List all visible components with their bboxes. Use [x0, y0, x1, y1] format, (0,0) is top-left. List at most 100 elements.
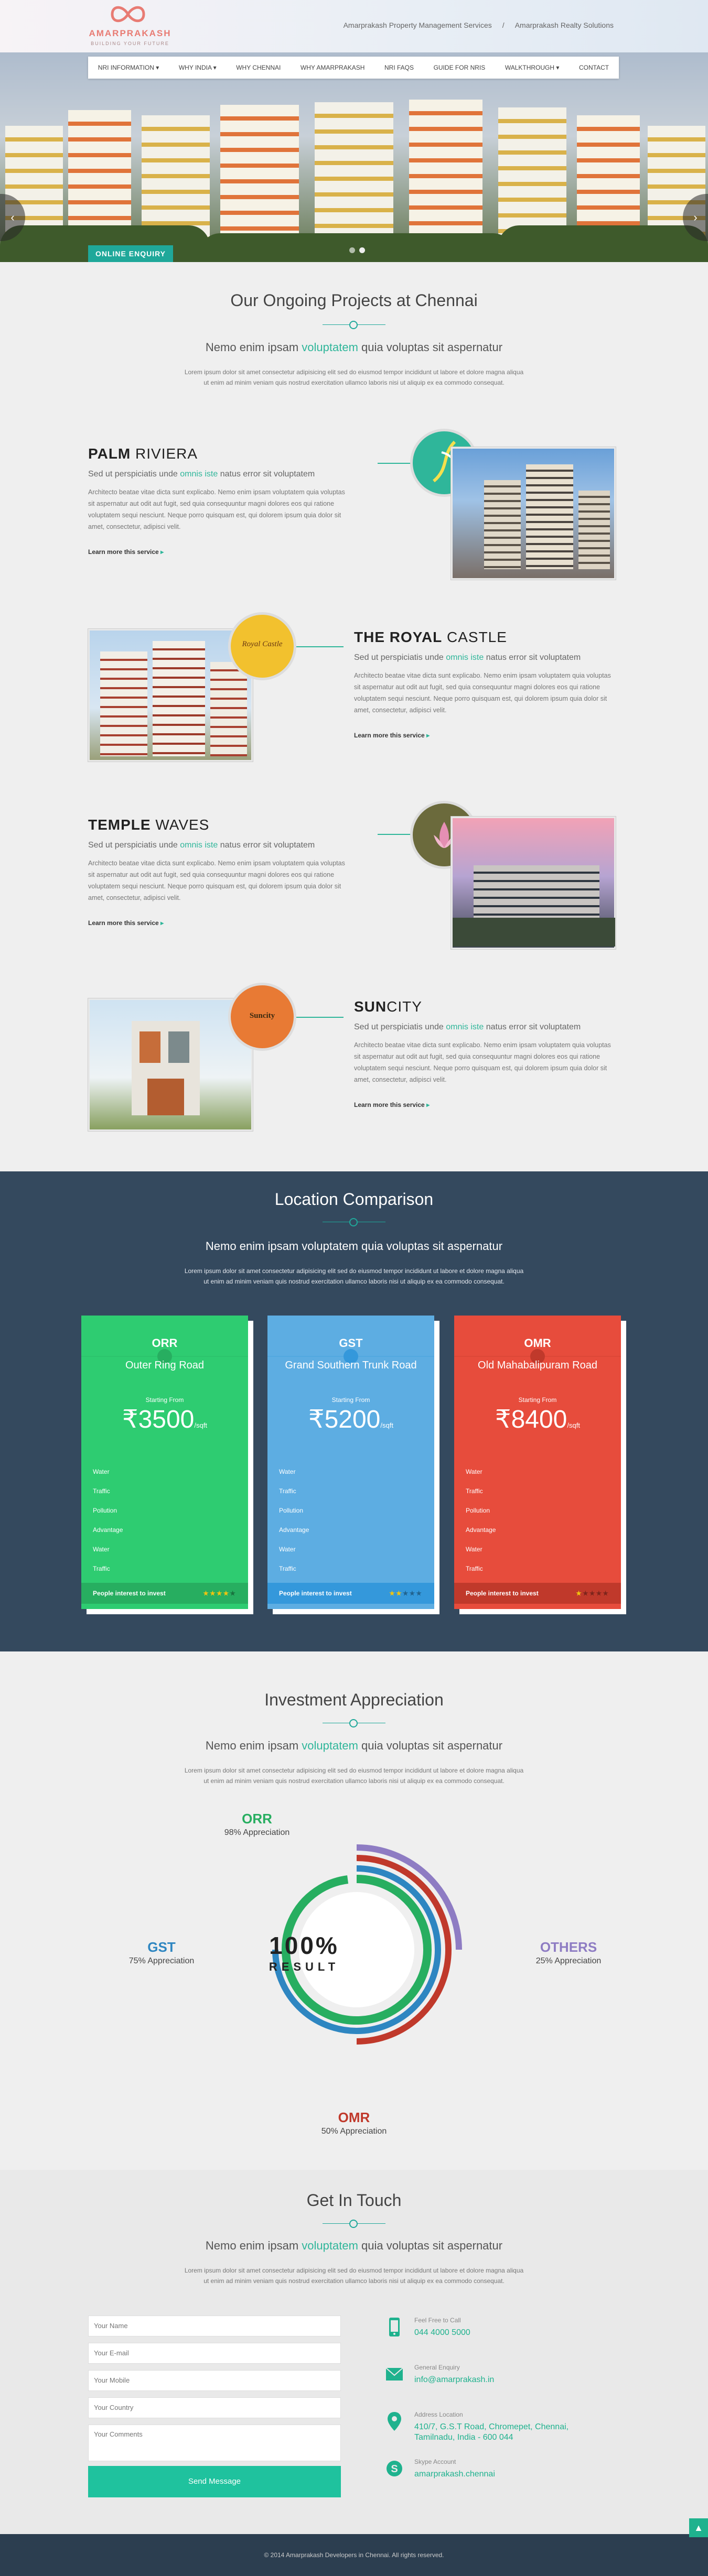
- online-enquiry-button[interactable]: ONLINE ENQUIRY: [88, 245, 173, 262]
- result-value: 100%: [269, 1932, 339, 1959]
- email-field[interactable]: [88, 2343, 341, 2364]
- project-title: THE ROYAL CASTLE: [354, 629, 616, 646]
- subtitle-highlight: voluptatem: [302, 2239, 358, 2252]
- projects-title: Our Ongoing Projects at Chennai: [230, 291, 478, 310]
- card-price: ₹5200/sqft: [267, 1405, 434, 1434]
- country-field[interactable]: [88, 2397, 341, 2418]
- result-label: RESULT: [269, 1960, 340, 1973]
- card-price: ₹8400/sqft: [454, 1405, 621, 1434]
- skype-icon: S: [387, 2461, 402, 2476]
- card-price-unit: /sqft: [567, 1421, 580, 1429]
- top-link-realty-solutions[interactable]: Amarprakash Realty Solutions: [510, 21, 619, 29]
- mobile-field[interactable]: [88, 2370, 341, 2391]
- location-card-orr[interactable]: ORR Outer Ring Road Starting From ₹3500/sqf…: [81, 1316, 253, 1614]
- subtitle-highlight: voluptatem: [302, 1739, 358, 1752]
- card-road-name: Old Mahabalipuram Road: [478, 1360, 597, 1371]
- gst-appreciation: 75% Appreciation: [128, 1957, 195, 1965]
- location-intro: Lorem ipsum dolor sit amet consectetur a…: [184, 1267, 524, 1285]
- arrow-right-icon: ▸: [426, 732, 430, 739]
- contact-address-line1: 410/7, G.S.T Road, Chromepet, Chennai,: [414, 2422, 569, 2431]
- learn-more-label: Learn more this service: [354, 732, 425, 739]
- card-feature: Advantage: [93, 1526, 123, 1534]
- main-nav: NRI INFORMATION ▾ WHY INDIA ▾ WHY CHENNA…: [88, 57, 619, 79]
- temple-waves-image[interactable]: [451, 817, 616, 949]
- project-subtitle-highlight: omnis iste: [180, 470, 218, 479]
- projects-intro: Lorem ipsum dolor sit amet consectetur a…: [184, 368, 524, 386]
- hero-dot[interactable]: [349, 247, 355, 253]
- project-title-light: CITY: [387, 998, 422, 1015]
- contact-phone-title: Feel Free to Call: [414, 2317, 461, 2324]
- svg-text:S: S: [391, 2463, 398, 2475]
- card-feature: Traffic: [279, 1565, 296, 1572]
- card-footer-label: People interest to invest: [93, 1590, 166, 1597]
- nav-item-guide-for-nris[interactable]: GUIDE FOR NRIS: [434, 64, 486, 71]
- nav-item-nri-information[interactable]: NRI INFORMATION ▾: [98, 64, 159, 71]
- learn-more-label: Learn more this service: [88, 548, 159, 556]
- learn-more-link[interactable]: Learn more this service ▸: [354, 732, 616, 739]
- site-footer: © 2014 Amarprakash Developers in Chennai…: [0, 2534, 708, 2576]
- location-card-gst[interactable]: GST Grand Southern Trunk Road Starting Fro…: [267, 1316, 439, 1614]
- back-to-top-button[interactable]: ▲: [689, 2518, 708, 2537]
- card-feature: Traffic: [93, 1487, 110, 1495]
- card-feature: Water: [279, 1468, 296, 1475]
- star-empty-icon: ★: [582, 1590, 589, 1597]
- contact-address-line2: Tamilnadu, India - 600 044: [414, 2433, 513, 2442]
- star-empty-icon: ★: [230, 1590, 237, 1597]
- comments-field[interactable]: [88, 2425, 341, 2461]
- subtitle-text: quia voluptas sit aspernatur: [358, 341, 503, 354]
- hero-pagination: [347, 246, 367, 256]
- nav-item-why-chennai[interactable]: WHY CHENNAI: [236, 64, 281, 71]
- location-card-omr[interactable]: OMR Old Mahabalipuram Road Starting From ₹8…: [454, 1316, 626, 1614]
- nav-item-why-india[interactable]: WHY INDIA ▾: [179, 64, 217, 71]
- others-appreciation: 25% Appreciation: [535, 1957, 602, 1965]
- logo[interactable]: AMARPRAKASH BUILDING YOUR FUTURE: [88, 3, 172, 48]
- nav-item-walkthrough[interactable]: WALKTHROUGH ▾: [505, 64, 560, 71]
- project-subtitle: Sed ut perspiciatis unde omnis iste natu…: [88, 470, 350, 479]
- card-feature: Advantage: [279, 1526, 309, 1534]
- contact-skype-value[interactable]: amarprakash.chennai: [414, 2470, 495, 2479]
- card-feature: Water: [93, 1546, 110, 1553]
- project-subtitle-text: natus error sit voluptatem: [218, 841, 315, 850]
- top-link-property-management[interactable]: Amarprakash Property Management Services: [338, 21, 497, 29]
- star-filled-icon: ★: [389, 1590, 396, 1597]
- star-filled-icon: ★: [576, 1590, 583, 1597]
- project-connector-line: [296, 646, 344, 647]
- project-subtitle: Sed ut perspiciatis unde omnis iste natu…: [354, 1023, 616, 1032]
- omr-appreciation: 50% Appreciation: [321, 2127, 387, 2136]
- project-subtitle-text: natus error sit voluptatem: [484, 1023, 581, 1031]
- star-filled-icon: ★: [203, 1590, 210, 1597]
- nav-item-nri-faqs[interactable]: NRI FAQS: [384, 64, 414, 71]
- learn-more-link[interactable]: Learn more this service ▸: [88, 548, 350, 556]
- card-road-name: Grand Southern Trunk Road: [285, 1360, 417, 1371]
- subtitle-text: quia voluptas sit aspernatur: [358, 1739, 503, 1752]
- project-connector-line: [296, 1017, 344, 1018]
- contact-phone-value[interactable]: 044 4000 5000: [414, 2328, 470, 2338]
- project-subtitle-text: natus error sit voluptatem: [484, 653, 581, 662]
- name-field[interactable]: [88, 2316, 341, 2336]
- hero-dot-active[interactable]: [359, 247, 365, 253]
- star-filled-icon: ★: [216, 1590, 223, 1597]
- card-body: OMR Old Mahabalipuram Road Starting From ₹8…: [454, 1316, 621, 1609]
- card-footer-label: People interest to invest: [466, 1590, 539, 1597]
- learn-more-link[interactable]: Learn more this service ▸: [88, 919, 350, 927]
- nav-item-why-amarprakash[interactable]: WHY AMARPRAKASH: [301, 64, 364, 71]
- card-feature-list: Water Traffic Pollution Advantage Water Traff…: [93, 1462, 240, 1579]
- nav-item-contact[interactable]: CONTACT: [579, 64, 609, 71]
- card-footer: People interest to invest ★★★★★: [267, 1583, 434, 1604]
- project-description: Architecto beatae vitae dicta sunt expli…: [88, 860, 345, 901]
- project-subtitle-highlight: omnis iste: [446, 1023, 484, 1031]
- star-empty-icon: ★: [409, 1590, 416, 1597]
- project-subtitle-text: Sed ut perspiciatis unde: [88, 470, 180, 479]
- gst-label: GST: [147, 1939, 176, 1955]
- star-filled-icon: ★: [223, 1590, 230, 1597]
- top-links: Amarprakash Property Management Services…: [338, 21, 619, 29]
- card-feature: Traffic: [466, 1487, 483, 1495]
- contact-intro: Lorem ipsum dolor sit amet consectetur a…: [184, 2267, 524, 2285]
- learn-more-label: Learn more this service: [354, 1101, 425, 1108]
- project-title: SUNCITY: [354, 998, 616, 1015]
- learn-more-link[interactable]: Learn more this service ▸: [354, 1101, 616, 1108]
- send-message-button[interactable]: Send Message: [88, 2466, 341, 2497]
- palm-riviera-image[interactable]: [451, 447, 616, 580]
- contact-email-value[interactable]: info@amarprakash.in: [414, 2375, 494, 2385]
- star-empty-icon: ★: [416, 1590, 423, 1597]
